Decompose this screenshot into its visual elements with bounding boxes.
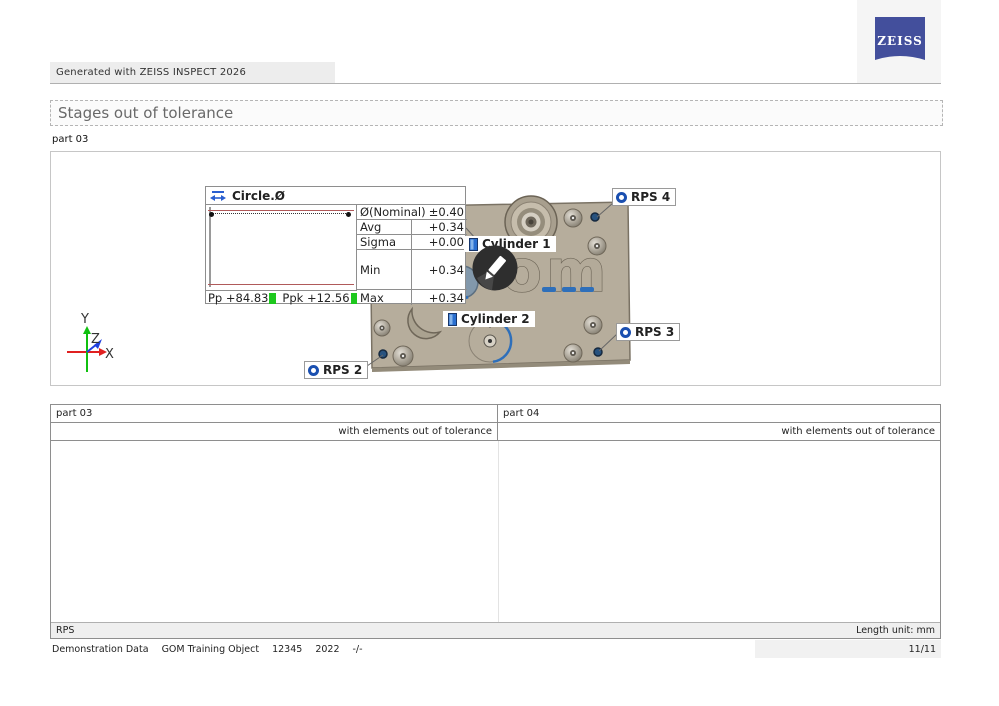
label-rps-2-text: RPS 2 (323, 363, 362, 377)
trend-point-first (209, 212, 214, 217)
pp-value: +84.83 (226, 291, 269, 305)
footer-meta: Demonstration Data GOM Training Object 1… (52, 640, 363, 658)
label-cylinder-2: Cylinder 2 (443, 311, 535, 327)
rps-circle-icon (616, 192, 627, 203)
upper-tolerance-line (208, 210, 354, 211)
footer-item: 12345 (272, 644, 302, 655)
callout-title: Circle.Ø (232, 189, 285, 203)
measurement-callout[interactable]: Circle.Ø Ø(Nominal) ±0.40 Avg +0.34 Sigm… (205, 186, 466, 304)
label-rps-3: RPS 3 (616, 323, 680, 341)
stat-avg-value: +0.34 (412, 220, 467, 234)
label-rps-4: RPS 4 (612, 188, 676, 206)
edit-button[interactable] (472, 245, 518, 291)
trend-series-line (211, 213, 348, 214)
pp-label: Pp (208, 291, 222, 305)
report-page: ZEISS Generated with ZEISS INSPECT 2026 … (0, 0, 999, 706)
stat-sigma-label: Sigma (357, 235, 412, 249)
zeiss-logo: ZEISS (875, 17, 925, 65)
stat-max-value: +0.34 (412, 291, 467, 305)
table-header-part03: part 03 (51, 405, 498, 422)
rps-circle-icon (620, 327, 631, 338)
label-rps-4-text: RPS 4 (631, 190, 670, 204)
axis-y-label: Y (80, 312, 89, 327)
callout-stats: Ø(Nominal) ±0.40 Avg +0.34 Sigma +0.00 M… (357, 205, 467, 305)
axis-triad: Y Z X (67, 312, 114, 372)
footer-item: GOM Training Object (162, 644, 260, 655)
length-unit-label: Length unit: mm (856, 625, 935, 636)
table-footer-strip: RPS Length unit: mm (51, 622, 940, 638)
label-cylinder-2-text: Cylinder 2 (461, 312, 530, 326)
table-footer-left: RPS (56, 625, 74, 636)
cylinder-icon (448, 313, 457, 326)
table-subheader-part03: with elements out of tolerance (51, 423, 498, 440)
zeiss-logo-text: ZEISS (877, 34, 923, 48)
rps-circle-icon (308, 365, 319, 376)
stage-comparison-table: part 03 part 04 with elements out of tol… (50, 404, 941, 639)
ppk-value: +12.56 (307, 291, 350, 305)
header-divider (50, 83, 941, 84)
trend-chart-icon (210, 190, 226, 202)
label-rps-3-text: RPS 3 (635, 325, 674, 339)
page-footer: Demonstration Data GOM Training Object 1… (50, 640, 941, 658)
axis-z-label: Z (91, 332, 100, 347)
label-rps-2: RPS 2 (304, 361, 368, 379)
table-header-row: part 03 part 04 (51, 405, 940, 423)
stat-nominal-label: Ø(Nominal) (357, 205, 426, 219)
trend-point-last (346, 212, 351, 217)
chart-y-axis (209, 207, 211, 287)
edit-pencil-icon (472, 245, 518, 291)
pp-status-chip (269, 293, 275, 304)
footer-item: -/- (353, 644, 363, 655)
stat-min-label: Min (357, 250, 412, 289)
stat-min-value: +0.34 (412, 263, 467, 277)
table-subheader-row: with elements out of tolerance with elem… (51, 423, 940, 441)
view-part-label: part 03 (52, 134, 88, 145)
lower-tolerance-line (208, 284, 354, 285)
tolerance-marks-blue (542, 287, 594, 292)
stat-max-label: Max (357, 290, 412, 305)
callout-header: Circle.Ø (206, 187, 465, 205)
table-column-divider (498, 441, 499, 622)
axis-x-label: X (105, 347, 114, 362)
table-header-part04: part 04 (498, 405, 940, 422)
stat-avg-label: Avg (357, 220, 412, 234)
stat-sigma-value: +0.00 (412, 235, 467, 249)
process-capability-row: Pp +84.83 Ppk +12.56 (206, 290, 357, 305)
page-number: 11/11 (755, 640, 941, 658)
table-subheader-part04: with elements out of tolerance (498, 423, 940, 440)
stat-nominal-value: ±0.40 (426, 205, 467, 219)
trend-chart (206, 205, 357, 290)
footer-item: 2022 (315, 644, 339, 655)
page-title[interactable]: Stages out of tolerance (50, 100, 943, 126)
ppk-label: Ppk (282, 291, 303, 305)
ppk-status-chip (351, 293, 357, 304)
logo-block: ZEISS (857, 0, 941, 83)
footer-item: Demonstration Data (52, 644, 149, 655)
generated-with-label: Generated with ZEISS INSPECT 2026 (50, 62, 335, 83)
